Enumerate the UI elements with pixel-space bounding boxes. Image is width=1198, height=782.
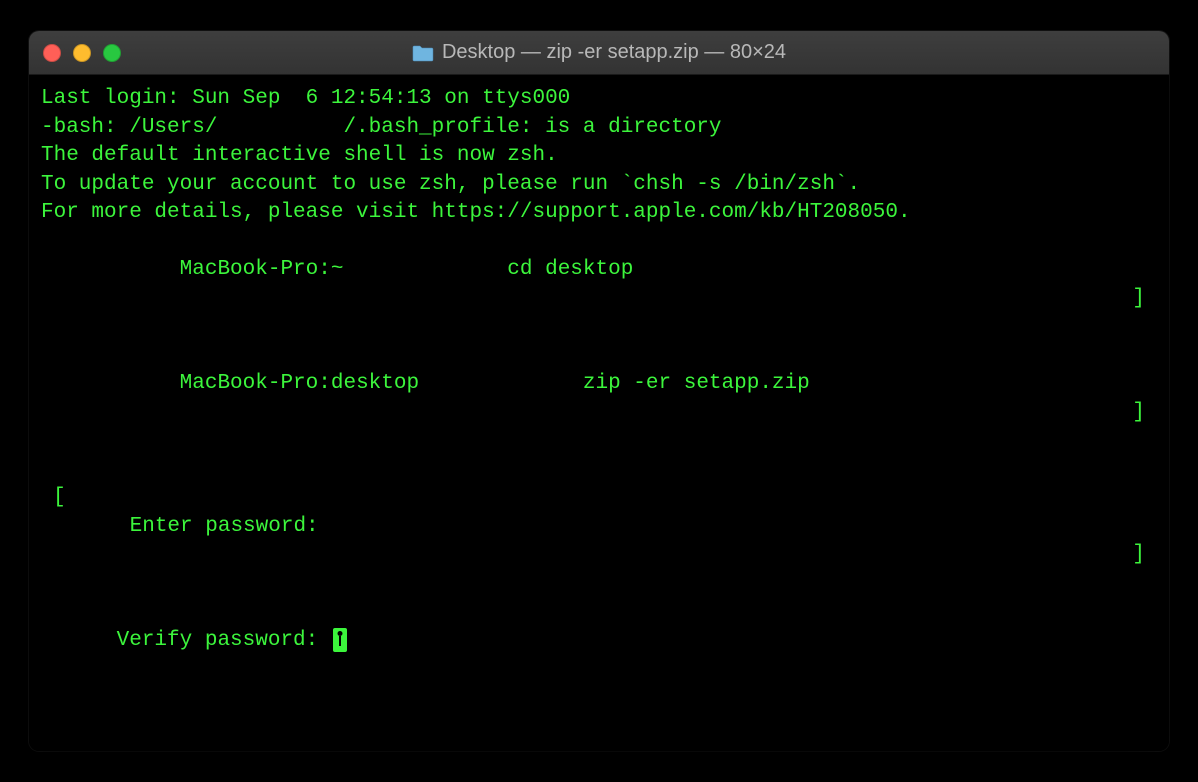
- right-bracket: ]: [1132, 285, 1145, 314]
- titlebar[interactable]: Desktop — zip -er setapp.zip — 80×24: [29, 31, 1169, 75]
- close-button[interactable]: [43, 44, 61, 62]
- window-title: Desktop — zip -er setapp.zip — 80×24: [442, 41, 786, 64]
- folder-icon: [412, 44, 434, 62]
- terminal-line: For more details, please visit https://s…: [41, 199, 1157, 228]
- prompt-line: MacBook-Pro:~ cd desktop: [117, 258, 634, 281]
- prompt-line: MacBook-Pro:desktop zip -er setapp.zip: [117, 372, 810, 395]
- left-bracket: [: [53, 484, 66, 513]
- terminal-line: -bash: /Users/ /.bash_profile: is a dire…: [41, 114, 1157, 143]
- terminal-line: Last login: Sun Sep 6 12:54:13 on ttys00…: [41, 85, 1157, 114]
- terminal-window: Desktop — zip -er setapp.zip — 80×24 Las…: [29, 31, 1169, 751]
- title-center: Desktop — zip -er setapp.zip — 80×24: [412, 41, 786, 64]
- terminal-line: [ Enter password: ]: [41, 456, 1157, 599]
- terminal-line: MacBook-Pro:~ cd desktop ]: [41, 228, 1157, 342]
- minimize-button[interactable]: [73, 44, 91, 62]
- terminal-line: MacBook-Pro:desktop zip -er setapp.zip ]: [41, 342, 1157, 456]
- traffic-lights: [29, 44, 121, 62]
- verify-password-prompt: Verify password:: [117, 629, 331, 652]
- enter-password-prompt: Enter password:: [117, 515, 332, 538]
- terminal-line: To update your account to use zsh, pleas…: [41, 171, 1157, 200]
- right-bracket: ]: [1132, 399, 1145, 428]
- maximize-button[interactable]: [103, 44, 121, 62]
- right-bracket: ]: [1132, 541, 1145, 570]
- key-cursor-icon: [333, 628, 347, 652]
- terminal-line: The default interactive shell is now zsh…: [41, 142, 1157, 171]
- terminal-body[interactable]: Last login: Sun Sep 6 12:54:13 on ttys00…: [29, 75, 1169, 751]
- terminal-line: Verify password:: [41, 598, 1157, 684]
